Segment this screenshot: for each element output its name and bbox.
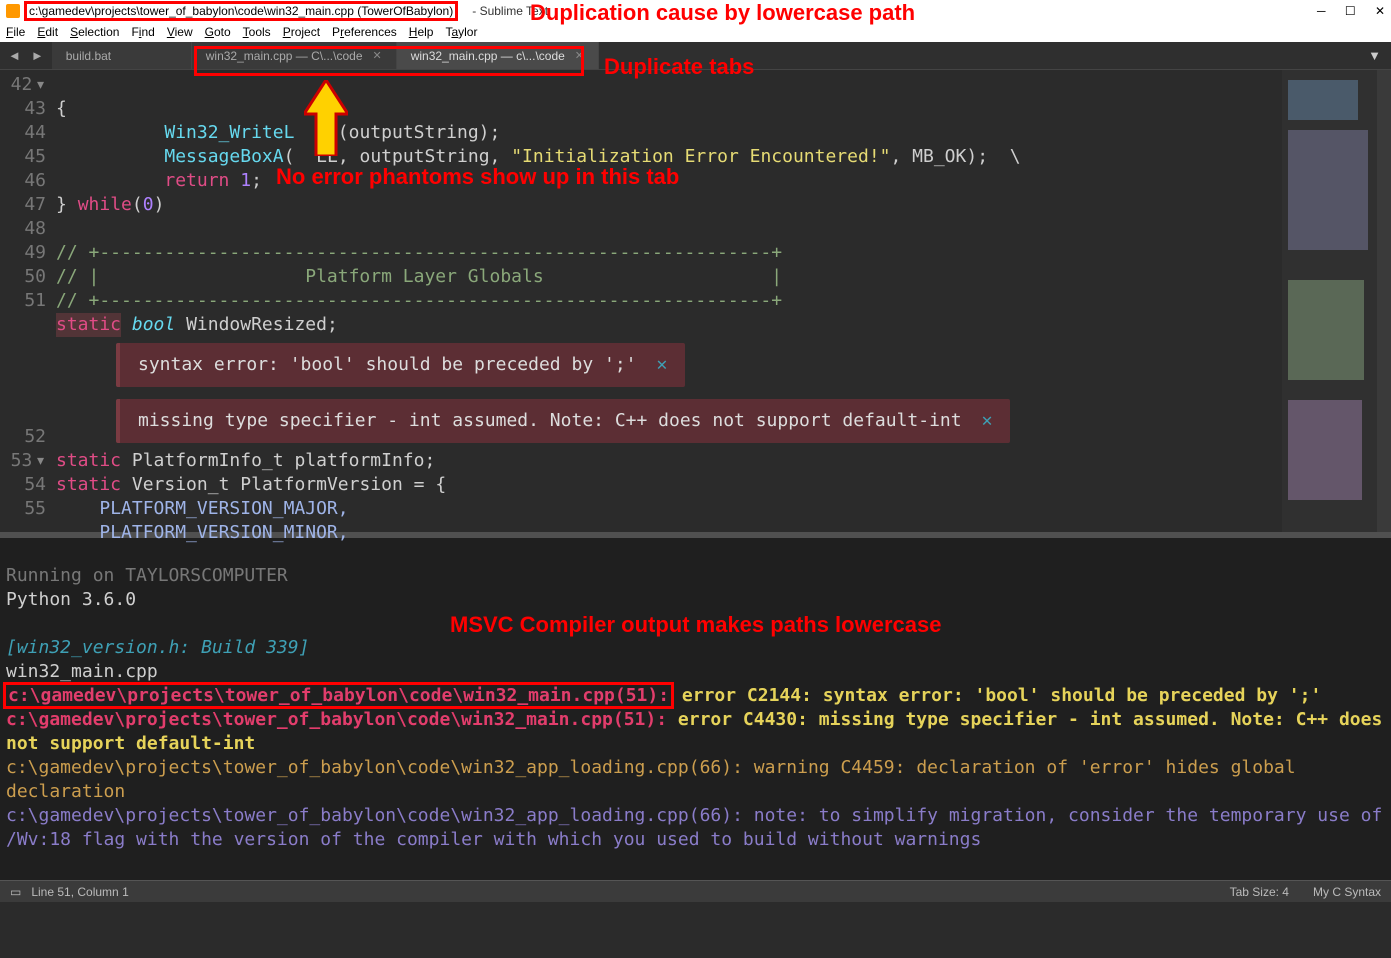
code-token: 0 [143, 194, 154, 215]
panel-line: win32_main.cpp [6, 661, 158, 682]
app-name: - Sublime Text [472, 4, 548, 18]
menu-edit[interactable]: Edit [37, 25, 58, 39]
code-token: platformInfo; [294, 450, 435, 471]
minimap[interactable] [1282, 70, 1377, 532]
fold-icon[interactable]: ▾ [35, 74, 46, 95]
code-token: return [164, 170, 229, 191]
status-syntax[interactable]: My C Syntax [1313, 885, 1381, 899]
menu-find[interactable]: Find [131, 25, 154, 39]
tab-label: win32_main.cpp — C\...\code [206, 49, 363, 63]
error-phantom[interactable]: syntax error: 'bool' should be preceded … [116, 343, 685, 387]
dismiss-icon[interactable]: ✕ [982, 410, 993, 431]
line-gutter: 42 ▾ 43 44 45 46 47 48 49 50 51 52 53 ▾ … [0, 70, 56, 532]
app-icon [6, 4, 20, 18]
code-token: "Initialization Error Encountered!" [511, 146, 890, 167]
code-token: PlatformInfo_t [132, 450, 284, 471]
panel-line: Running on TAYLORSCOMPUTER [6, 565, 288, 586]
dismiss-icon[interactable]: ✕ [657, 354, 668, 375]
scrollbar[interactable] [1377, 70, 1391, 532]
status-tab-size[interactable]: Tab Size: 4 [1230, 885, 1289, 899]
panel-line: [win32_version.h: Build 339] [6, 637, 309, 658]
panel-path: c:\gamedev\projects\tower_of_babylon\cod… [6, 709, 667, 730]
error-phantom[interactable]: missing type specifier - int assumed. No… [116, 399, 1010, 443]
tab-label: build.bat [66, 49, 111, 63]
status-position[interactable]: Line 51, Column 1 [31, 885, 128, 899]
window-titlebar: c:\gamedev\projects\tower_of_babylon\cod… [0, 0, 1391, 22]
menu-bar: File Edit Selection Find View Goto Tools… [0, 22, 1391, 42]
panel-line: Python 3.6.0 [6, 589, 136, 610]
code-token: static [56, 474, 121, 495]
maximize-button[interactable]: ☐ [1345, 4, 1356, 18]
tab-bar: ◄ ► build.bat win32_main.cpp — C\...\cod… [0, 42, 1391, 70]
code-token: PLATFORM_VERSION_MAJOR, [99, 498, 348, 519]
menu-file[interactable]: File [6, 25, 25, 39]
code-token: static [56, 450, 121, 471]
phantom-text: syntax error: 'bool' should be preceded … [138, 354, 637, 375]
tab-overflow-button[interactable]: ▼ [1358, 42, 1391, 69]
menu-project[interactable]: Project [283, 25, 320, 39]
panel-msg: error C2144: syntax error: 'bool' should… [671, 685, 1321, 706]
tab-win32-main-lower[interactable]: win32_main.cpp — c\...\code ✕ [397, 42, 599, 69]
code-token: while [78, 194, 132, 215]
editor-area[interactable]: 42 ▾ 43 44 45 46 47 48 49 50 51 52 53 ▾ … [0, 70, 1391, 532]
close-icon[interactable]: ✕ [373, 49, 382, 62]
code-line: { [56, 98, 67, 119]
code-line: // +------------------------------------… [56, 242, 782, 263]
code-token: 1 [240, 170, 251, 191]
menu-goto[interactable]: Goto [205, 25, 231, 39]
code-token: WindowResized; [186, 314, 338, 335]
menu-selection[interactable]: Selection [70, 25, 119, 39]
tab-build-bat[interactable]: build.bat [52, 42, 192, 69]
panel-path: c:\gamedev\projects\tower_of_babylon\cod… [6, 757, 743, 778]
panel-path: c:\gamedev\projects\tower_of_babylon\cod… [6, 805, 743, 826]
close-button[interactable]: ✕ [1375, 4, 1385, 18]
close-icon[interactable]: ✕ [575, 49, 584, 62]
menu-view[interactable]: View [167, 25, 193, 39]
phantom-text: missing type specifier - int assumed. No… [138, 410, 962, 431]
menu-taylor[interactable]: Taylor [445, 25, 477, 39]
code-token: Win32_WriteL [164, 122, 294, 143]
panel-switcher-icon[interactable]: ▭ [10, 885, 21, 899]
minimize-button[interactable]: ─ [1317, 4, 1326, 18]
build-output-panel[interactable]: Running on TAYLORSCOMPUTER Python 3.6.0 … [0, 538, 1391, 880]
code-token: bool [132, 314, 175, 335]
tab-label: win32_main.cpp — c\...\code [411, 49, 565, 63]
code-token: PlatformVersion = { [240, 474, 446, 495]
tab-win32-main-upper[interactable]: win32_main.cpp — C\...\code ✕ [192, 42, 397, 69]
menu-help[interactable]: Help [409, 25, 434, 39]
panel-path: c:\gamedev\projects\tower_of_babylon\cod… [6, 685, 671, 706]
window-controls: ─ ☐ ✕ [1301, 4, 1385, 18]
back-icon[interactable]: ◄ [8, 48, 21, 63]
forward-icon[interactable]: ► [31, 48, 44, 63]
code-token: Version_t [132, 474, 230, 495]
code-token: (outputString); [338, 122, 501, 143]
code-token: ) [154, 194, 165, 215]
code-line: // | Platform Layer Globals | [56, 266, 782, 287]
code-token: , outputString, [338, 146, 511, 167]
menu-preferences[interactable]: Preferences [332, 25, 397, 39]
window-title: c:\gamedev\projects\tower_of_babylon\cod… [24, 1, 458, 21]
code-token: LL [316, 146, 338, 167]
code-token: ( [284, 146, 295, 167]
code-token: static [56, 314, 121, 335]
code-token: } [56, 194, 78, 215]
code-token: MessageBoxA [164, 146, 283, 167]
tab-history-arrows[interactable]: ◄ ► [0, 42, 52, 69]
code-token: , MB_OK); \ [891, 146, 1021, 167]
menu-tools[interactable]: Tools [243, 25, 271, 39]
fold-icon[interactable]: ▾ [35, 450, 46, 471]
code-view[interactable]: { Win32_WriteL e(outputString); MessageB… [56, 70, 1282, 532]
code-token: e [327, 122, 338, 143]
status-bar: ▭ Line 51, Column 1 Tab Size: 4 My C Syn… [0, 880, 1391, 902]
code-token: PLATFORM_VERSION_MINOR, [99, 522, 348, 543]
code-token: ( [132, 194, 143, 215]
code-line: // +------------------------------------… [56, 290, 782, 311]
